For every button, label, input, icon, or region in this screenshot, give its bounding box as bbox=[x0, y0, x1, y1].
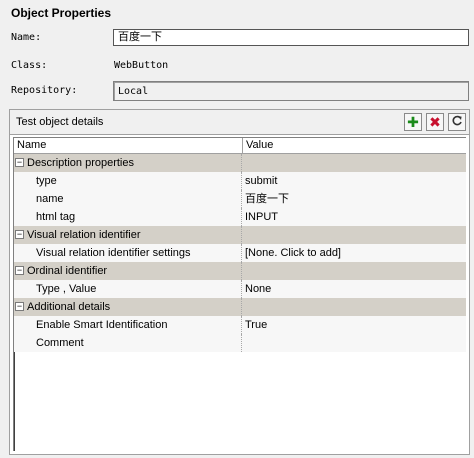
refresh-button[interactable] bbox=[448, 113, 466, 131]
remove-button[interactable]: ✖ bbox=[426, 113, 444, 131]
property-row[interactable]: name 百度一下 bbox=[14, 190, 466, 208]
property-value[interactable]: True bbox=[241, 316, 466, 334]
property-name: Comment bbox=[36, 337, 84, 349]
property-name: Type , Value bbox=[36, 283, 97, 295]
property-value[interactable]: submit bbox=[241, 172, 466, 190]
category-row-description-properties[interactable]: − Description properties bbox=[14, 154, 466, 172]
name-label: Name: bbox=[11, 32, 42, 43]
category-label: Ordinal identifier bbox=[27, 265, 108, 277]
property-name: Enable Smart Identification bbox=[36, 319, 168, 331]
refresh-icon bbox=[451, 115, 463, 129]
class-value: WebButton bbox=[114, 60, 169, 71]
category-row-ordinal-identifier[interactable]: − Ordinal identifier bbox=[14, 262, 466, 280]
category-label: Description properties bbox=[27, 157, 134, 169]
add-button[interactable]: ✚ bbox=[404, 113, 422, 131]
collapse-icon[interactable]: − bbox=[15, 158, 24, 167]
category-label: Visual relation identifier bbox=[27, 229, 141, 241]
class-label: Class: bbox=[11, 60, 48, 71]
property-row[interactable]: Comment bbox=[14, 334, 466, 352]
property-name: name bbox=[36, 193, 64, 205]
plus-icon: ✚ bbox=[407, 114, 419, 130]
column-header-value[interactable]: Value bbox=[243, 138, 276, 153]
collapse-icon[interactable]: − bbox=[15, 302, 24, 311]
property-value[interactable]: 百度一下 bbox=[241, 190, 466, 208]
grid-header: Name Value bbox=[14, 138, 466, 154]
property-row[interactable]: Type , Value None bbox=[14, 280, 466, 298]
property-row[interactable]: Visual relation identifier settings [Non… bbox=[14, 244, 466, 262]
property-name: html tag bbox=[36, 211, 76, 223]
property-row[interactable]: html tag INPUT bbox=[14, 208, 466, 226]
repository-field: Local bbox=[113, 81, 469, 101]
property-row[interactable]: type submit bbox=[14, 172, 466, 190]
name-field[interactable]: 百度一下 bbox=[113, 29, 469, 46]
property-name: type bbox=[36, 175, 57, 187]
property-value[interactable]: None bbox=[241, 280, 466, 298]
property-value[interactable] bbox=[241, 334, 466, 352]
panel-title: Test object details bbox=[16, 116, 104, 128]
category-row-additional-details[interactable]: − Additional details bbox=[14, 298, 466, 316]
property-value[interactable]: INPUT bbox=[241, 208, 466, 226]
property-value[interactable]: [None. Click to add] bbox=[241, 244, 466, 262]
test-object-details-panel: Test object details ✚ ✖ Name Value − Des… bbox=[9, 109, 470, 455]
collapse-icon[interactable]: − bbox=[15, 266, 24, 275]
page-title: Object Properties bbox=[11, 6, 112, 20]
properties-grid: Name Value − Description properties type… bbox=[13, 137, 466, 451]
category-row-visual-relation-identifier[interactable]: − Visual relation identifier bbox=[14, 226, 466, 244]
property-row[interactable]: Enable Smart Identification True bbox=[14, 316, 466, 334]
panel-header: Test object details ✚ ✖ bbox=[10, 110, 469, 135]
x-icon: ✖ bbox=[429, 114, 441, 130]
property-name: Visual relation identifier settings bbox=[36, 247, 191, 259]
repository-label: Repository: bbox=[11, 85, 78, 96]
collapse-icon[interactable]: − bbox=[15, 230, 24, 239]
column-header-name[interactable]: Name bbox=[14, 138, 243, 153]
category-label: Additional details bbox=[27, 301, 111, 313]
